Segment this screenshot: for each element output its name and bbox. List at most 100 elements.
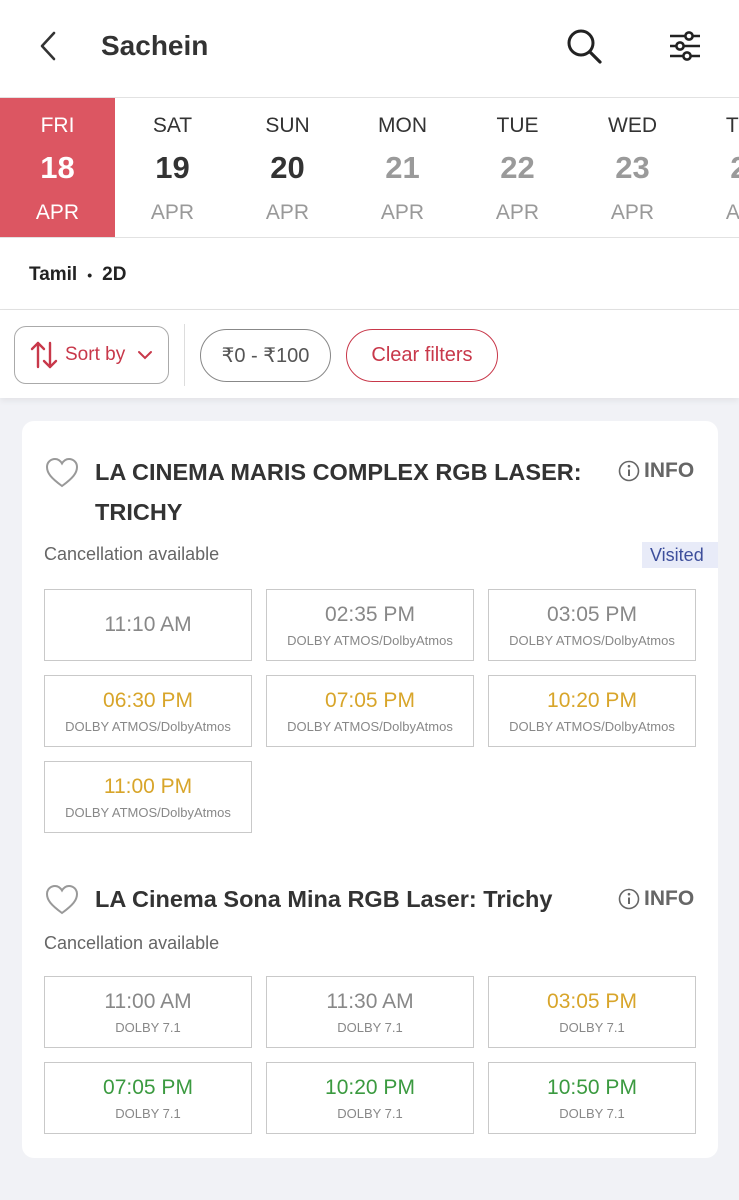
cancellation-text: Cancellation available <box>44 544 220 564</box>
showtime-button[interactable]: 11:00 AM DOLBY 7.1 <box>44 976 252 1048</box>
venue-info-button[interactable]: INFO <box>618 887 694 911</box>
chevron-left-icon <box>40 31 56 61</box>
showtime-button[interactable]: 07:05 PM DOLBY ATMOS/DolbyAtmos <box>266 675 474 747</box>
date-item[interactable]: TUE 22 APR <box>460 98 575 237</box>
showtime-button[interactable]: 10:20 PM DOLBY ATMOS/DolbyAtmos <box>488 675 696 747</box>
date-item[interactable]: FRI 18 APR <box>0 98 115 237</box>
language-format-label[interactable]: Tamil • 2D <box>29 264 126 286</box>
showtime-time: 03:05 PM <box>547 603 637 626</box>
day-number: 21 <box>385 150 420 185</box>
day-number: 18 <box>40 150 75 185</box>
showtime-audio-format: DOLBY 7.1 <box>115 1106 181 1121</box>
showtime-button[interactable]: 10:20 PM DOLBY 7.1 <box>266 1062 474 1134</box>
showtime-time: 10:20 PM <box>547 689 637 712</box>
showtime-time: 11:00 PM <box>103 775 193 798</box>
showtime-time: 02:35 PM <box>325 603 415 626</box>
day-of-week: MON <box>378 114 427 137</box>
showtime-button[interactable]: 07:05 PM DOLBY 7.1 <box>44 1062 252 1134</box>
showtime-button[interactable]: 02:35 PM DOLBY ATMOS/DolbyAtmos <box>266 589 474 661</box>
chevron-down-icon <box>138 351 153 360</box>
showtime-audio-format: DOLBY 7.1 <box>115 1020 181 1035</box>
showtime-audio-format: DOLBY 7.1 <box>337 1020 403 1035</box>
showtime-audio-format: DOLBY 7.1 <box>337 1106 403 1121</box>
month-label: APR <box>265 201 310 224</box>
separator-dot: • <box>87 266 93 283</box>
venue-list-card: LA CINEMA MARIS COMPLEX RGB LASER: TRICH… <box>22 421 718 1158</box>
info-icon <box>618 888 640 910</box>
cancellation-text: Cancellation available <box>44 933 220 953</box>
date-item[interactable]: MON 21 APR <box>345 98 460 237</box>
showtime-audio-format: DOLBY ATMOS/DolbyAtmos <box>509 719 675 734</box>
day-number: 20 <box>270 150 305 185</box>
showtime-audio-format: DOLBY ATMOS/DolbyAtmos <box>287 633 453 648</box>
sort-arrows-icon <box>30 341 58 369</box>
showtime-button[interactable]: 11:10 AM <box>44 589 252 661</box>
date-item[interactable]: THU 24 APR <box>690 98 739 237</box>
date-selector: FRI 18 APR SAT 19 APR SUN 20 APR MON 21 APR TUE 22 APR… <box>0 98 739 238</box>
day-of-week: TUE <box>496 114 539 137</box>
month-label: APR <box>610 201 655 224</box>
day-of-week: SUN <box>265 114 310 137</box>
venue-name[interactable]: LA CINEMA MARIS COMPLEX RGB LASER: TRICH… <box>95 452 595 532</box>
day-number: 23 <box>615 150 650 185</box>
app-header: Sachein <box>0 0 739 98</box>
day-number: 19 <box>155 150 190 185</box>
day-of-week: SAT <box>152 114 193 137</box>
showtime-time: 07:05 PM <box>103 1076 193 1099</box>
venue-name[interactable]: LA Cinema Sona Mina RGB Laser: Trichy <box>95 879 595 919</box>
sliders-icon <box>670 31 700 61</box>
filter-bar: Sort by ₹0 - ₹100 Clear filters <box>0 310 739 398</box>
showtime-time: 11:00 AM <box>104 990 192 1013</box>
showtime-audio-format: DOLBY ATMOS/DolbyAtmos <box>509 633 675 648</box>
showtime-button[interactable]: 06:30 PM DOLBY ATMOS/DolbyAtmos <box>44 675 252 747</box>
clear-filters-chip[interactable]: Clear filters <box>346 329 498 382</box>
search-button[interactable] <box>562 24 606 68</box>
info-label: INFO <box>644 887 695 910</box>
price-range-chip[interactable]: ₹0 - ₹100 <box>200 329 331 382</box>
showtime-button[interactable]: 11:30 AM DOLBY 7.1 <box>266 976 474 1048</box>
day-of-week: WED <box>608 114 657 137</box>
showtime-time: 10:20 PM <box>325 1076 415 1099</box>
showtime-audio-format: DOLBY ATMOS/DolbyAtmos <box>65 719 231 734</box>
heart-icon[interactable] <box>45 884 79 916</box>
date-item[interactable]: SUN 20 APR <box>230 98 345 237</box>
format-label: 2D <box>102 264 127 285</box>
filter-divider <box>184 324 185 386</box>
heart-icon[interactable] <box>45 457 79 489</box>
month-label: APR <box>725 201 739 224</box>
showtime-button[interactable]: 10:50 PM DOLBY 7.1 <box>488 1062 696 1134</box>
month-label: APR <box>380 201 425 224</box>
sort-by-button[interactable]: Sort by <box>14 326 169 384</box>
filter-settings-button[interactable] <box>663 24 707 68</box>
month-label: APR <box>35 201 80 224</box>
back-button[interactable] <box>30 28 66 64</box>
month-label: APR <box>150 201 195 224</box>
showtime-button[interactable]: 03:05 PM DOLBY 7.1 <box>488 976 696 1048</box>
showtime-time: 03:05 PM <box>547 990 637 1013</box>
page-title: Sachein <box>101 30 209 61</box>
showtime-audio-format: DOLBY 7.1 <box>559 1106 625 1121</box>
showtime-time: 11:30 AM <box>326 990 414 1013</box>
info-label: INFO <box>644 459 695 482</box>
showtime-time: 06:30 PM <box>103 689 193 712</box>
date-item[interactable]: SAT 19 APR <box>115 98 230 237</box>
venue-info-button[interactable]: INFO <box>618 459 694 483</box>
date-item[interactable]: WED 23 APR <box>575 98 690 237</box>
showtime-audio-format: DOLBY ATMOS/DolbyAtmos <box>287 719 453 734</box>
language-format-row: Tamil • 2D <box>0 238 739 310</box>
language-label: Tamil <box>29 264 78 285</box>
showtime-audio-format: DOLBY 7.1 <box>559 1020 625 1035</box>
search-icon <box>567 29 602 64</box>
sort-by-label: Sort by <box>65 344 126 365</box>
visited-badge: Visited <box>642 542 718 568</box>
day-of-week: THU <box>725 114 739 137</box>
day-number: 22 <box>500 150 535 185</box>
showtime-button[interactable]: 03:05 PM DOLBY ATMOS/DolbyAtmos <box>488 589 696 661</box>
showtime-time: 07:05 PM <box>325 689 415 712</box>
showtime-button[interactable]: 11:00 PM DOLBY ATMOS/DolbyAtmos <box>44 761 252 833</box>
info-icon <box>618 460 640 482</box>
showtime-time: 10:50 PM <box>547 1076 637 1099</box>
month-label: APR <box>495 201 540 224</box>
showtime-time: 11:10 AM <box>104 613 192 636</box>
day-number: 24 <box>690 150 739 186</box>
